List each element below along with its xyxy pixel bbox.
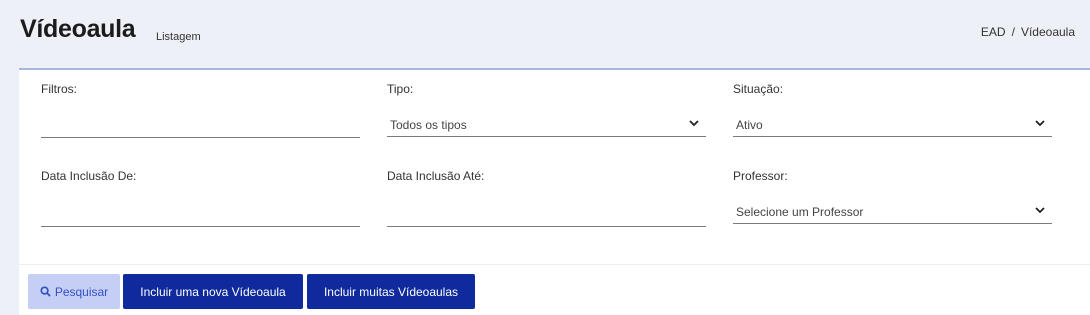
filtros-field: Filtros: [41,82,360,142]
breadcrumb: EAD / Vídeoaula [981,25,1075,39]
professor-select-value: Selecione um Professor [736,205,864,219]
breadcrumb-item-ead[interactable]: EAD [981,25,1006,39]
chevron-down-icon [689,120,699,127]
tipo-label: Tipo: [387,82,414,96]
filter-card: Filtros: Tipo: Todos os tipos Situação: … [19,68,1090,315]
search-icon [40,286,51,297]
search-button-label: Pesquisar [54,284,109,299]
situacao-select-value: Ativo [736,118,763,132]
data-inclusao-de-field: Data Inclusão De: [41,169,360,229]
data-inclusao-ate-label: Data Inclusão Até: [387,169,485,183]
add-many-videoaulas-button[interactable]: Incluir muitas Vídeoaulas [307,274,475,309]
chevron-down-icon [1035,120,1045,127]
tipo-select-value: Todos os tipos [390,118,467,132]
page-header: Vídeoaula Listagem EAD / Vídeoaula [0,0,1090,68]
page-title: Vídeoaula [20,15,136,43]
situacao-select[interactable]: Ativo [733,109,1052,137]
situacao-field: Situação: Ativo [733,82,1052,142]
data-inclusao-de-input[interactable] [41,203,360,227]
professor-label: Professor: [733,169,788,183]
data-inclusao-de-label: Data Inclusão De: [41,169,137,183]
filtros-label: Filtros: [41,82,77,96]
page-subtitle: Listagem [156,31,201,43]
situacao-label: Situação: [733,82,784,96]
chevron-down-icon [1035,207,1045,214]
data-inclusao-ate-input[interactable] [387,203,706,227]
professor-select[interactable]: Selecione um Professor [733,196,1052,224]
divider [19,264,1090,265]
data-inclusao-ate-field: Data Inclusão Até: [387,169,706,229]
add-videoaula-button[interactable]: Incluir uma nova Vídeoaula [123,274,303,309]
tipo-field: Tipo: Todos os tipos [387,82,706,142]
search-button[interactable]: Pesquisar [28,274,120,309]
filtros-input[interactable] [41,114,360,138]
tipo-select[interactable]: Todos os tipos [387,109,706,137]
professor-field: Professor: Selecione um Professor [733,169,1052,229]
breadcrumb-item-videoaula: Vídeoaula [1020,25,1075,39]
breadcrumb-separator: / [1011,25,1015,39]
